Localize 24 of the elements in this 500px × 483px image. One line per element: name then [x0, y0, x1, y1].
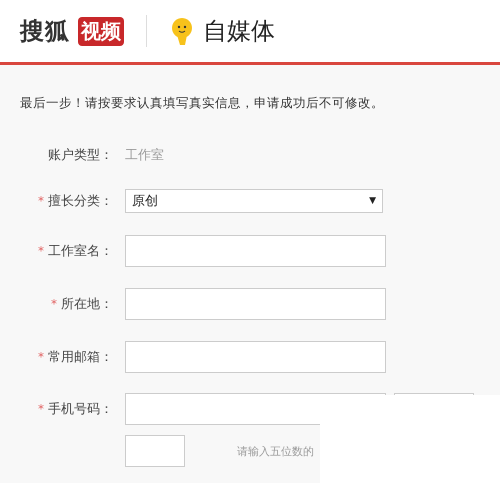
- input-field[interactable]: [125, 234, 386, 266]
- input-field[interactable]: [125, 288, 386, 320]
- required-asterisk: *: [38, 350, 44, 364]
- account-type-value: 工作室: [125, 147, 164, 164]
- field-label: 工作室名：: [48, 242, 113, 260]
- product-name: 自媒体: [203, 16, 275, 47]
- brand-name: 搜狐: [20, 16, 70, 47]
- code-hint: 请输入五位数的: [237, 444, 314, 458]
- field-label: 擅长分类：: [48, 193, 113, 210]
- required-asterisk: *: [38, 402, 44, 416]
- required-asterisk: *: [38, 194, 44, 208]
- lightbulb-icon: [169, 15, 195, 47]
- field-label: 手机号码：: [48, 401, 113, 418]
- caret-icon: ▼: [369, 196, 376, 206]
- field-label: 账户类型：: [48, 147, 113, 164]
- required-asterisk: *: [38, 244, 44, 258]
- field-label: 常用邮箱：: [48, 348, 113, 366]
- code-field[interactable]: [125, 435, 185, 467]
- category-dropdown[interactable]: 原创 ▼: [125, 189, 383, 213]
- brand-badge: 视频: [78, 16, 124, 46]
- required-asterisk: *: [51, 296, 57, 310]
- input-field[interactable]: [125, 340, 386, 372]
- field-label: 所在地：: [61, 296, 113, 312]
- intro-text: 最后一步！请按要求认真填写真实信息，申请成功后不可修改。: [20, 95, 385, 112]
